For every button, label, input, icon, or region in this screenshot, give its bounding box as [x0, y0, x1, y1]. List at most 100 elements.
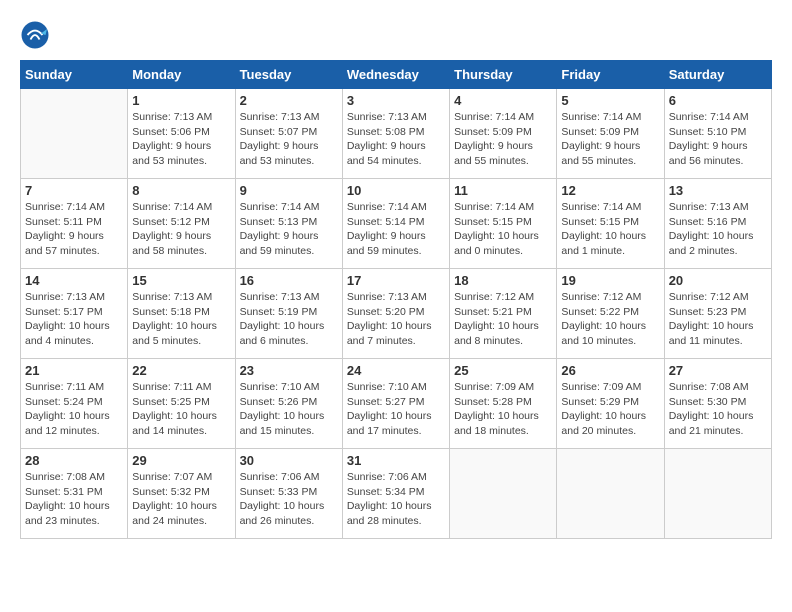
day-info: Sunrise: 7:06 AM Sunset: 5:34 PM Dayligh…: [347, 470, 445, 529]
day-cell-8: 8 Sunrise: 7:14 AM Sunset: 5:12 PM Daylig…: [128, 179, 235, 269]
day-info: Sunrise: 7:14 AM Sunset: 5:10 PM Dayligh…: [669, 110, 767, 169]
day-cell-22: 22 Sunrise: 7:11 AM Sunset: 5:25 PM Dayli…: [128, 359, 235, 449]
day-number: 13: [669, 183, 767, 198]
day-info: Sunrise: 7:10 AM Sunset: 5:26 PM Dayligh…: [240, 380, 338, 439]
day-info: Sunrise: 7:13 AM Sunset: 5:17 PM Dayligh…: [25, 290, 123, 349]
day-cell-5: 5Sunrise: 7:14 AM Sunset: 5:09 PM Daylig…: [557, 89, 664, 179]
weekday-header-tuesday: Tuesday: [235, 61, 342, 89]
day-info: Sunrise: 7:12 AM Sunset: 5:22 PM Dayligh…: [561, 290, 659, 349]
day-cell-21: 21 Sunrise: 7:11 AM Sunset: 5:24 PM Dayli…: [21, 359, 128, 449]
day-cell-27: 27 Sunrise: 7:08 AM Sunset: 5:30 PM Dayli…: [664, 359, 771, 449]
day-cell-23: 23 Sunrise: 7:10 AM Sunset: 5:26 PM Dayli…: [235, 359, 342, 449]
day-number: 7: [25, 183, 123, 198]
weekday-header-row: SundayMondayTuesdayWednesdayThursdayFrid…: [21, 61, 772, 89]
empty-cell: [450, 449, 557, 539]
day-info: Sunrise: 7:13 AM Sunset: 5:20 PM Dayligh…: [347, 290, 445, 349]
day-number: 30: [240, 453, 338, 468]
day-number: 25: [454, 363, 552, 378]
calendar-table: SundayMondayTuesdayWednesdayThursdayFrid…: [20, 60, 772, 539]
day-number: 3: [347, 93, 445, 108]
day-info: Sunrise: 7:09 AM Sunset: 5:28 PM Dayligh…: [454, 380, 552, 439]
day-cell-14: 14 Sunrise: 7:13 AM Sunset: 5:17 PM Dayli…: [21, 269, 128, 359]
day-info: Sunrise: 7:13 AM Sunset: 5:19 PM Dayligh…: [240, 290, 338, 349]
day-info: Sunrise: 7:14 AM Sunset: 5:09 PM Dayligh…: [561, 110, 659, 169]
day-info: Sunrise: 7:09 AM Sunset: 5:29 PM Dayligh…: [561, 380, 659, 439]
day-info: Sunrise: 7:11 AM Sunset: 5:24 PM Dayligh…: [25, 380, 123, 439]
day-number: 23: [240, 363, 338, 378]
day-cell-20: 20 Sunrise: 7:12 AM Sunset: 5:23 PM Dayli…: [664, 269, 771, 359]
day-number: 12: [561, 183, 659, 198]
day-cell-25: 25 Sunrise: 7:09 AM Sunset: 5:28 PM Dayli…: [450, 359, 557, 449]
day-cell-4: 4 Sunrise: 7:14 AM Sunset: 5:09 PM Daylig…: [450, 89, 557, 179]
day-cell-13: 13 Sunrise: 7:13 AM Sunset: 5:16 PM Dayli…: [664, 179, 771, 269]
day-cell-15: 15 Sunrise: 7:13 AM Sunset: 5:18 PM Dayli…: [128, 269, 235, 359]
weekday-header-thursday: Thursday: [450, 61, 557, 89]
day-cell-31: 31 Sunrise: 7:06 AM Sunset: 5:34 PM Dayli…: [342, 449, 449, 539]
day-number: 29: [132, 453, 230, 468]
day-cell-24: 24 Sunrise: 7:10 AM Sunset: 5:27 PM Dayli…: [342, 359, 449, 449]
empty-cell: [664, 449, 771, 539]
logo-icon: [20, 20, 50, 50]
day-cell-7: 7 Sunrise: 7:14 AM Sunset: 5:11 PM Daylig…: [21, 179, 128, 269]
day-number: 19: [561, 273, 659, 288]
day-number: 28: [25, 453, 123, 468]
day-number: 27: [669, 363, 767, 378]
day-info: Sunrise: 7:11 AM Sunset: 5:25 PM Dayligh…: [132, 380, 230, 439]
week-row-1: 1 Sunrise: 7:13 AM Sunset: 5:06 PM Daylig…: [21, 89, 772, 179]
day-number: 21: [25, 363, 123, 378]
day-cell-26: 26 Sunrise: 7:09 AM Sunset: 5:29 PM Dayli…: [557, 359, 664, 449]
day-number: 4: [454, 93, 552, 108]
day-number: 18: [454, 273, 552, 288]
day-number: 17: [347, 273, 445, 288]
day-info: Sunrise: 7:08 AM Sunset: 5:30 PM Dayligh…: [669, 380, 767, 439]
day-info: Sunrise: 7:12 AM Sunset: 5:21 PM Dayligh…: [454, 290, 552, 349]
day-info: Sunrise: 7:14 AM Sunset: 5:14 PM Dayligh…: [347, 200, 445, 259]
day-info: Sunrise: 7:14 AM Sunset: 5:09 PM Dayligh…: [454, 110, 552, 169]
day-info: Sunrise: 7:07 AM Sunset: 5:32 PM Dayligh…: [132, 470, 230, 529]
empty-cell: [557, 449, 664, 539]
week-row-4: 21 Sunrise: 7:11 AM Sunset: 5:24 PM Dayli…: [21, 359, 772, 449]
day-info: Sunrise: 7:13 AM Sunset: 5:16 PM Dayligh…: [669, 200, 767, 259]
day-number: 20: [669, 273, 767, 288]
day-number: 8: [132, 183, 230, 198]
day-info: Sunrise: 7:13 AM Sunset: 5:18 PM Dayligh…: [132, 290, 230, 349]
day-cell-9: 9Sunrise: 7:14 AM Sunset: 5:13 PM Daylig…: [235, 179, 342, 269]
day-number: 31: [347, 453, 445, 468]
day-info: Sunrise: 7:14 AM Sunset: 5:11 PM Dayligh…: [25, 200, 123, 259]
day-info: Sunrise: 7:14 AM Sunset: 5:12 PM Dayligh…: [132, 200, 230, 259]
weekday-header-saturday: Saturday: [664, 61, 771, 89]
day-number: 22: [132, 363, 230, 378]
day-number: 11: [454, 183, 552, 198]
day-cell-16: 16 Sunrise: 7:13 AM Sunset: 5:19 PM Dayli…: [235, 269, 342, 359]
day-info: Sunrise: 7:08 AM Sunset: 5:31 PM Dayligh…: [25, 470, 123, 529]
week-row-3: 14 Sunrise: 7:13 AM Sunset: 5:17 PM Dayli…: [21, 269, 772, 359]
day-info: Sunrise: 7:06 AM Sunset: 5:33 PM Dayligh…: [240, 470, 338, 529]
day-cell-6: 6 Sunrise: 7:14 AM Sunset: 5:10 PM Daylig…: [664, 89, 771, 179]
day-number: 1: [132, 93, 230, 108]
day-number: 26: [561, 363, 659, 378]
day-number: 15: [132, 273, 230, 288]
day-cell-10: 10 Sunrise: 7:14 AM Sunset: 5:14 PM Dayli…: [342, 179, 449, 269]
day-cell-29: 29 Sunrise: 7:07 AM Sunset: 5:32 PM Dayli…: [128, 449, 235, 539]
day-number: 10: [347, 183, 445, 198]
day-info: Sunrise: 7:14 AM Sunset: 5:15 PM Dayligh…: [454, 200, 552, 259]
week-row-5: 28 Sunrise: 7:08 AM Sunset: 5:31 PM Dayli…: [21, 449, 772, 539]
day-info: Sunrise: 7:12 AM Sunset: 5:23 PM Dayligh…: [669, 290, 767, 349]
day-info: Sunrise: 7:13 AM Sunset: 5:06 PM Dayligh…: [132, 110, 230, 169]
logo: [20, 20, 54, 50]
day-number: 16: [240, 273, 338, 288]
day-number: 6: [669, 93, 767, 108]
day-info: Sunrise: 7:14 AM Sunset: 5:15 PM Dayligh…: [561, 200, 659, 259]
day-number: 2: [240, 93, 338, 108]
day-number: 14: [25, 273, 123, 288]
day-cell-2: 2 Sunrise: 7:13 AM Sunset: 5:07 PM Daylig…: [235, 89, 342, 179]
day-cell-30: 30 Sunrise: 7:06 AM Sunset: 5:33 PM Dayli…: [235, 449, 342, 539]
day-info: Sunrise: 7:13 AM Sunset: 5:07 PM Dayligh…: [240, 110, 338, 169]
weekday-header-sunday: Sunday: [21, 61, 128, 89]
weekday-header-wednesday: Wednesday: [342, 61, 449, 89]
day-info: Sunrise: 7:10 AM Sunset: 5:27 PM Dayligh…: [347, 380, 445, 439]
day-number: 24: [347, 363, 445, 378]
weekday-header-monday: Monday: [128, 61, 235, 89]
day-cell-1: 1 Sunrise: 7:13 AM Sunset: 5:06 PM Daylig…: [128, 89, 235, 179]
day-info: Sunrise: 7:14 AM Sunset: 5:13 PM Dayligh…: [240, 200, 338, 259]
